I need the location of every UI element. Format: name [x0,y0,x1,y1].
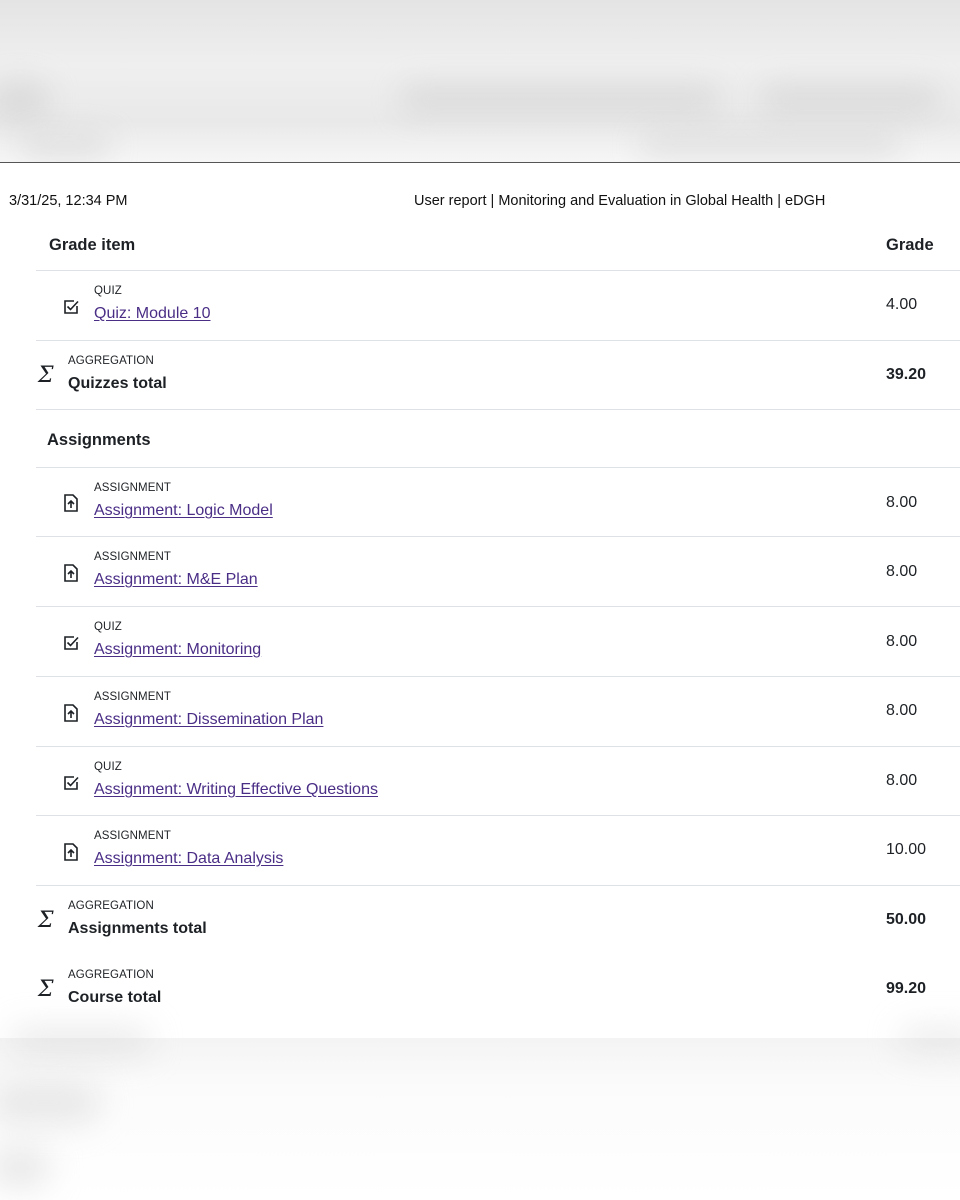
aggregation-name: Assignments total [68,920,207,937]
assignment-upload-icon [63,494,81,512]
user-report-page: 3/31/25, 12:34 PM User report | Monitori… [0,163,960,1038]
quiz-check-icon [63,775,81,793]
item-type: ASSIGNMENT [94,830,172,842]
grade-item-link[interactable]: Quiz: Module 10 [94,305,211,323]
grade-item-link[interactable]: Assignment: Writing Effective Questions [94,781,378,799]
item-type: QUIZ [94,621,122,633]
divider [36,467,960,468]
grade-item-link[interactable]: Assignment: Monitoring [94,641,261,659]
grade-item-link[interactable]: Assignment: Dissemination Plan [94,711,323,729]
divider [36,606,960,607]
divider [36,815,960,816]
grade-value: 8.00 [886,633,918,650]
item-type: ASSIGNMENT [94,691,172,703]
blurred-background-top [0,0,960,162]
sigma-icon: Σ [38,363,54,388]
grade-value: 39.20 [886,366,927,383]
grade-value: 8.00 [886,772,918,789]
item-type: QUIZ [94,761,122,773]
grade-item-link[interactable]: Assignment: Logic Model [94,502,273,520]
divider [36,746,960,747]
grade-value: 8.00 [886,563,918,580]
item-type: QUIZ [94,285,122,297]
divider [36,340,960,341]
divider [36,885,960,886]
column-header-grade: Grade [886,236,934,254]
assignment-upload-icon [63,564,81,582]
category-heading: Assignments [47,431,151,449]
assignment-upload-icon [63,843,81,861]
grade-item-link[interactable]: Assignment: Data Analysis [94,850,283,868]
item-type: AGGREGATION [68,355,154,367]
divider [36,270,960,271]
grade-value: 4.00 [886,296,918,313]
item-type: ASSIGNMENT [94,551,172,563]
blurred-background-bottom [0,1028,960,1200]
quiz-check-icon [63,299,81,317]
divider [36,409,960,410]
quiz-check-icon [63,635,81,653]
grade-value: 10.00 [886,841,927,858]
grade-value: 8.00 [886,702,918,719]
print-date: 3/31/25, 12:34 PM [9,193,128,209]
aggregation-name: Course total [68,989,162,1006]
item-type: ASSIGNMENT [94,482,172,494]
sigma-icon: Σ [38,977,54,1002]
divider [36,676,960,677]
grade-value: 99.20 [886,980,927,997]
grade-item-link[interactable]: Assignment: M&E Plan [94,571,258,589]
grade-value: 8.00 [886,494,918,511]
item-type: AGGREGATION [68,969,154,981]
column-header-grade-item: Grade item [49,236,136,254]
assignment-upload-icon [63,704,81,722]
aggregation-name: Quizzes total [68,375,167,392]
divider [36,536,960,537]
print-title: User report | Monitoring and Evaluation … [414,193,826,209]
sigma-icon: Σ [38,908,54,933]
item-type: AGGREGATION [68,900,154,912]
grade-value: 50.00 [886,911,927,928]
